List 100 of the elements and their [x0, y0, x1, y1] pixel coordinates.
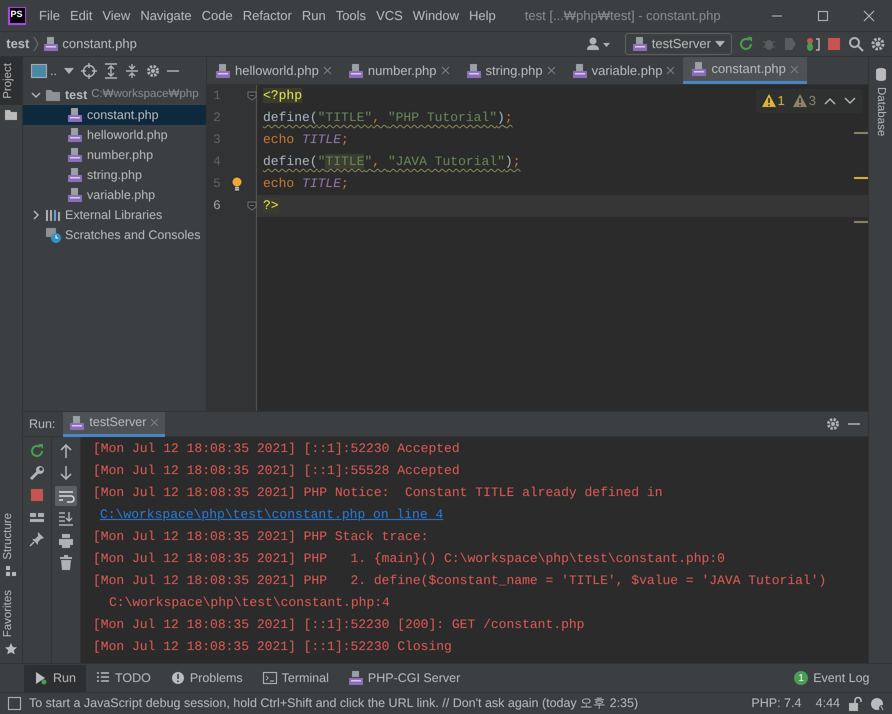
folder-path: C:₩workspace₩php — [91, 87, 199, 102]
console-line: [Mon Jul 12 18:08:35 2021] PHP 1. {main}() C:\workspace\php\test\constant.php:0 — [93, 551, 725, 566]
editor-tab[interactable]: string.php — [458, 57, 564, 84]
tool-window-button[interactable]: Terminal — [252, 664, 339, 692]
run-configuration-dropdown[interactable]: testServer — [624, 33, 732, 55]
debug-listen-icon[interactable] — [805, 36, 821, 52]
tree-item[interactable]: Scratches and Consoles — [23, 225, 206, 245]
wrench-icon[interactable] — [28, 464, 46, 482]
close-icon[interactable] — [546, 66, 556, 75]
warning-icon — [170, 671, 185, 685]
menu-item[interactable]: Navigate — [135, 6, 197, 26]
breadcrumb-item[interactable]: constant.php — [62, 34, 137, 54]
print-icon[interactable] — [57, 532, 75, 550]
scroll-to-end-icon[interactable] — [57, 510, 75, 528]
caret-icon[interactable] — [64, 68, 74, 74]
fold-marker-icon[interactable] — [247, 91, 257, 101]
warning-count[interactable]: 1 — [778, 91, 785, 110]
menu-item[interactable]: Refactor — [238, 6, 297, 26]
menu-item[interactable]: VCS — [371, 6, 408, 26]
console-line: C:\workspace\php\test\constant.php:4 — [109, 595, 390, 610]
stop-icon[interactable] — [28, 486, 46, 504]
settings-icon[interactable] — [146, 64, 160, 78]
app-logo: PS — [8, 6, 26, 24]
view-selector[interactable]: .. — [50, 62, 57, 80]
close-icon[interactable] — [440, 66, 450, 75]
menu-item[interactable]: Window — [408, 6, 464, 26]
editor-tab[interactable]: constant.php — [683, 57, 807, 84]
close-icon[interactable] — [322, 66, 332, 75]
settings-icon[interactable] — [826, 417, 840, 431]
database-icon[interactable] — [874, 67, 886, 81]
lightbulb-icon[interactable] — [231, 177, 243, 191]
php-version[interactable]: PHP: 7.4 — [751, 694, 802, 713]
next-icon[interactable] — [844, 96, 856, 105]
console-line: [Mon Jul 12 18:08:35 2021] PHP 2. define($constant_name = 'TITLE', $value = 'JAVA Tutorial') — [93, 573, 826, 588]
fold-marker-icon[interactable] — [247, 201, 257, 211]
soft-wrap-icon[interactable] — [55, 486, 77, 506]
close-button[interactable] — [862, 10, 876, 22]
run-tab[interactable]: testServer — [63, 412, 166, 436]
tree-item[interactable]: variable.php — [23, 185, 206, 205]
tree-item[interactable]: External Libraries — [23, 205, 206, 225]
previous-icon[interactable] — [824, 96, 836, 105]
trash-icon[interactable] — [57, 554, 75, 572]
menu-item[interactable]: Run — [296, 6, 331, 26]
tool-window-tab[interactable]: Database — [872, 81, 890, 142]
pin-icon[interactable] — [28, 530, 46, 548]
run-icon — [34, 671, 48, 685]
settings-icon[interactable] — [870, 36, 886, 52]
panel-toggle-icon[interactable] — [8, 697, 21, 710]
tool-window-tab[interactable]: Favorites — [0, 584, 22, 643]
tree-item[interactable]: test C:₩workspace₩php — [23, 85, 206, 105]
user-menu-icon[interactable] — [586, 36, 612, 52]
tree-item[interactable]: string.php — [23, 165, 206, 185]
locate-icon[interactable] — [80, 63, 97, 79]
editor-tab[interactable]: number.php — [340, 57, 458, 84]
caret-icon — [715, 41, 725, 47]
editor-tab[interactable]: helloworld.php — [207, 57, 340, 84]
menu-item[interactable]: Tools — [330, 6, 372, 26]
tree-item[interactable]: helloworld.php — [23, 125, 206, 145]
folder-icon — [45, 87, 61, 103]
caret-position[interactable]: 4:44 — [816, 694, 840, 713]
search-icon[interactable] — [848, 36, 864, 52]
tool-window-button[interactable]: Run — [24, 664, 86, 692]
tool-window-button[interactable]: PHP-CGI Server — [338, 664, 470, 692]
terminal-icon — [262, 671, 277, 685]
tool-window-button[interactable]: TODO — [86, 664, 161, 692]
menu-item[interactable]: Code — [196, 6, 238, 26]
scratches-icon — [45, 227, 61, 243]
file-link[interactable]: C:\workspace\php\test\constant.php on line 4 — [100, 507, 444, 522]
warning-icon — [792, 94, 807, 108]
php-file-icon — [67, 127, 83, 143]
tree-item[interactable]: constant.php — [23, 105, 206, 125]
expand-all-icon[interactable] — [104, 63, 118, 79]
code-line: echo TITLE; — [263, 132, 349, 147]
menu-item[interactable]: View — [97, 6, 136, 26]
collapse-all-icon[interactable] — [124, 63, 139, 79]
warning-count[interactable]: 3 — [808, 91, 816, 110]
tree-item[interactable]: number.php — [23, 145, 206, 165]
breadcrumb-item[interactable]: test — [6, 34, 30, 54]
close-icon[interactable] — [666, 66, 676, 75]
rerun-icon[interactable] — [738, 36, 754, 52]
code-line: define("TITLE", "JAVA Tutorial"); — [263, 154, 521, 169]
console-line: [Mon Jul 12 18:08:35 2021] PHP Stack trace: — [93, 529, 428, 544]
tool-window-tab[interactable]: Structure — [0, 507, 22, 566]
editor-tab[interactable]: variable.php — [564, 57, 684, 84]
star-icon — [5, 643, 17, 655]
console-line: [Mon Jul 12 18:08:35 2021] PHP Notice: Constant TITLE already defined in — [93, 485, 662, 500]
tool-window-button[interactable]: Problems — [160, 664, 253, 692]
code-line: echo TITLE; — [263, 176, 349, 191]
lock-icon[interactable] — [848, 696, 862, 710]
rerun-icon[interactable] — [28, 442, 46, 460]
event-log-button[interactable]: 1 Event Log — [784, 664, 880, 692]
menu-item[interactable]: File — [34, 6, 65, 26]
stop-icon[interactable] — [827, 37, 842, 51]
tool-window-tab[interactable]: Project — [0, 57, 22, 105]
maximize-button[interactable] — [816, 10, 830, 22]
inspector-icon[interactable] — [870, 696, 886, 710]
menu-item[interactable]: Edit — [64, 6, 98, 26]
php-file-icon — [466, 62, 482, 78]
php-file-icon — [67, 167, 83, 183]
menu-item[interactable]: Help — [464, 6, 501, 26]
